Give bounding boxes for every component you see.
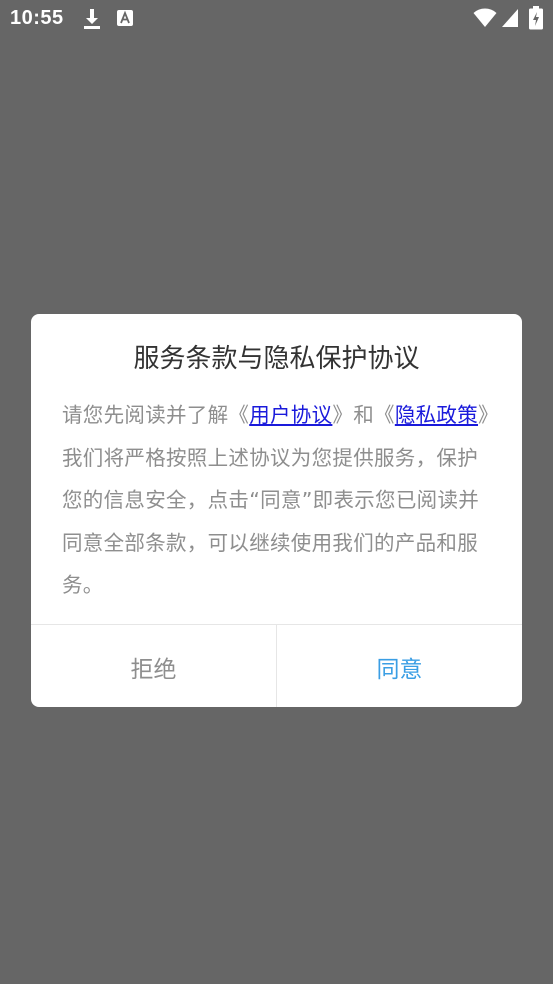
dialog-message: 请您先阅读并了解《用户协议》和《隐私政策》我们将严格按照上述协议为您提供服务，保… bbox=[62, 394, 497, 607]
font-app-icon bbox=[117, 10, 133, 26]
message-text: 》我们将严格按照上述协议为您提供服务，保护您的信息安全，点击“同意”即表示您已阅… bbox=[62, 403, 489, 597]
battery-charging-icon bbox=[529, 6, 543, 30]
download-icon bbox=[84, 9, 100, 29]
wifi-icon bbox=[473, 8, 497, 27]
user-agreement-link[interactable]: 用户协议 bbox=[249, 403, 332, 427]
dialog-title: 服务条款与隐私保护协议 bbox=[133, 344, 420, 374]
status-time: 10:55 bbox=[10, 7, 64, 29]
signal-icon bbox=[502, 9, 518, 27]
dialog-button-row: 拒绝 同意 bbox=[31, 624, 522, 707]
message-text: 请您先阅读并了解《 bbox=[62, 403, 250, 427]
privacy-policy-link[interactable]: 隐私政策 bbox=[395, 403, 478, 427]
terms-privacy-dialog: 服务条款与隐私保护协议 请您先阅读并了解《用户协议》和《隐私政策》我们将严格按照… bbox=[31, 314, 522, 707]
message-text: 》和《 bbox=[332, 403, 395, 427]
agree-button[interactable]: 同意 bbox=[277, 625, 522, 707]
status-bar: 10:55 bbox=[0, 0, 553, 38]
reject-button[interactable]: 拒绝 bbox=[31, 625, 277, 707]
